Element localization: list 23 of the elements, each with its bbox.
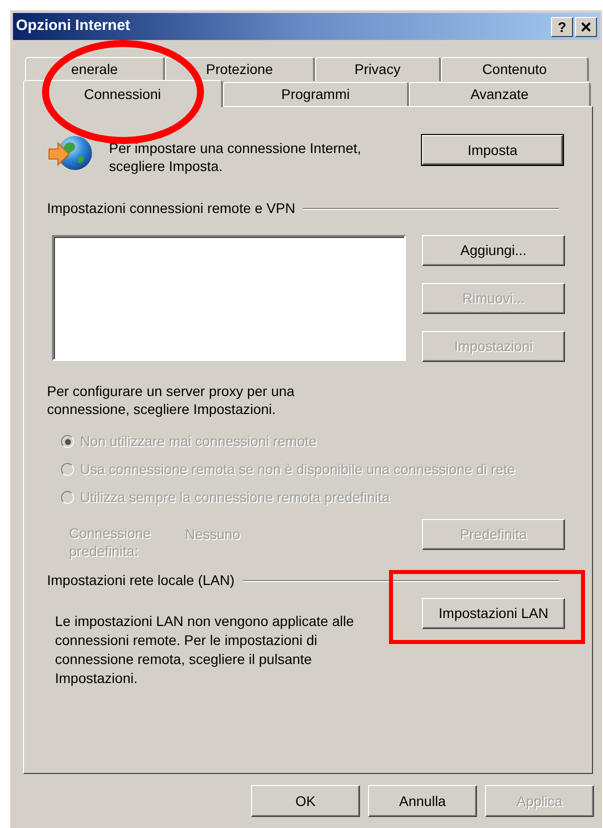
window-title: Opzioni Internet: [16, 16, 130, 36]
button[interactable]: Impostazioni LAN: [422, 598, 565, 629]
globe-arrow-icon: [47, 134, 93, 172]
close-button[interactable]: [575, 16, 597, 36]
tab[interactable]: Contenuto: [441, 57, 589, 81]
close-icon: [581, 22, 591, 32]
button[interactable]: Imposta: [422, 135, 563, 165]
button[interactable]: Annulla: [368, 785, 477, 817]
button[interactable]: OK: [251, 785, 360, 817]
tab[interactable]: enerale: [25, 57, 165, 81]
help-button[interactable]: ?: [551, 16, 573, 36]
lan-info-text: Le impostazioni LAN non vengono applicate alle connessioni remote. Per le impostazioni di connessione remota, scegliere il pulsante Impostazioni.: [55, 612, 355, 688]
tab[interactable]: Avanzate: [409, 82, 591, 106]
connections-list[interactable]: [52, 235, 406, 361]
proxy-text: Per configurare un server proxy per una connessione, scegliere Impostazioni.: [47, 382, 296, 418]
tab[interactable]: Privacy: [315, 57, 441, 81]
section-heading: Impostazioni connessioni remote e VPN: [47, 199, 296, 218]
tab[interactable]: Protezione: [165, 57, 315, 81]
tab[interactable]: Programmi: [223, 82, 409, 106]
instruction-text: Per impostare una connessione Internet, scegliere Imposta.: [109, 139, 362, 175]
section-heading: Impostazioni rete locale (LAN): [47, 571, 235, 590]
tab[interactable]: Connessioni: [23, 80, 223, 107]
button[interactable]: Aggiungi...: [422, 235, 565, 266]
